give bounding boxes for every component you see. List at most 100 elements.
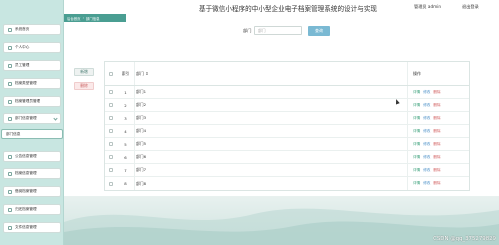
- search-button[interactable]: 查询: [308, 26, 330, 36]
- edit-button[interactable]: 修改: [423, 155, 430, 160]
- delete-button[interactable]: 删除: [74, 82, 94, 90]
- sidebar-item-label: 借阅档案管理: [15, 189, 37, 193]
- file-icon: [8, 225, 12, 230]
- row-index: 2: [124, 102, 127, 108]
- sort-icon[interactable]: ⇕: [145, 71, 148, 76]
- row-index: 7: [124, 167, 127, 173]
- detail-button[interactable]: 详情: [413, 155, 420, 160]
- sidebar-item-borrow[interactable]: 借阅档案管理: [3, 186, 61, 197]
- select-all-checkbox[interactable]: [109, 71, 113, 76]
- row-ops: 详情 修改 删除: [407, 164, 469, 176]
- table-row: 1 部门1 详情 修改 删除: [105, 86, 469, 99]
- row-delete-button[interactable]: 删除: [433, 142, 440, 147]
- row-delete-button[interactable]: 删除: [433, 168, 440, 173]
- breadcrumb-current: 部门信息: [85, 16, 100, 21]
- watermark: CSDN @qq_375279829: [433, 236, 496, 242]
- column-header-ops: 操作: [407, 62, 469, 85]
- sidebar: 系统首页 个人中心 员工管理 档案类型管理 档案管理员管理 部门信息管理 部门信…: [0, 0, 64, 245]
- sidebar-item-employees[interactable]: 员工管理: [3, 60, 61, 71]
- row-delete-button[interactable]: 删除: [433, 90, 440, 95]
- sidebar-item-label: 部门信息: [6, 131, 21, 136]
- detail-button[interactable]: 详情: [413, 103, 420, 108]
- row-ops: 详情 修改 删除: [407, 151, 469, 163]
- notice-icon: [8, 154, 12, 159]
- column-header-index: 索引: [121, 71, 130, 76]
- row-checkbox[interactable]: [109, 90, 113, 94]
- detail-button[interactable]: 详情: [413, 90, 420, 95]
- row-index: 6: [124, 154, 127, 160]
- detail-button[interactable]: 详情: [413, 168, 420, 173]
- row-dept: 部门4: [134, 125, 407, 137]
- sidebar-item-label: 部门信息管理: [15, 116, 37, 120]
- search-input[interactable]: [254, 26, 302, 35]
- column-header-dept[interactable]: 部门: [136, 71, 144, 77]
- row-checkbox[interactable]: [109, 155, 113, 159]
- edit-button[interactable]: 修改: [423, 116, 430, 121]
- edit-button[interactable]: 修改: [423, 129, 430, 134]
- row-dept: 部门7: [134, 164, 407, 176]
- row-checkbox[interactable]: [109, 142, 113, 146]
- page-title: 基于微信小程序的中小型企业电子档案管理系统的设计与实现: [198, 5, 378, 13]
- edit-button[interactable]: 修改: [423, 90, 430, 95]
- row-ops: 详情 修改 删除: [407, 177, 469, 190]
- row-dept: 部门8: [134, 177, 407, 190]
- sidebar-item-label: 系统首页: [15, 27, 30, 31]
- table-body: 1 部门1 详情 修改 删除 2 部门2 详情 修改 删除 3 部门3 详情 修改 删除 4 部门4 详情 修改 删除…: [105, 86, 469, 190]
- department-icon: [8, 116, 12, 121]
- edit-button[interactable]: 修改: [423, 168, 430, 173]
- sidebar-item-files[interactable]: 文件信息管理: [3, 222, 61, 233]
- table-row: 2 部门2 详情 修改 删除: [105, 99, 469, 112]
- user-name: 管理员 admin: [414, 4, 442, 9]
- row-index: 5: [124, 141, 127, 147]
- edit-button[interactable]: 修改: [423, 181, 430, 186]
- sidebar-item-label: 个人中心: [15, 45, 30, 49]
- admin-icon: [8, 99, 12, 104]
- row-delete-button[interactable]: 删除: [433, 116, 440, 121]
- edit-button[interactable]: 修改: [423, 103, 430, 108]
- sidebar-item-return[interactable]: 归还档案管理: [3, 204, 61, 215]
- row-dept: 部门3: [134, 112, 407, 124]
- people-icon: [8, 63, 12, 68]
- sidebar-item-archive-types[interactable]: 档案类型管理: [3, 78, 61, 89]
- table-row: 8 部门8 详情 修改 删除: [105, 177, 469, 190]
- row-checkbox[interactable]: [109, 168, 113, 172]
- edit-button[interactable]: 修改: [423, 142, 430, 147]
- detail-button[interactable]: 详情: [413, 116, 420, 121]
- row-delete-button[interactable]: 删除: [433, 155, 440, 160]
- sidebar-item-label: 归还档案管理: [15, 207, 37, 211]
- detail-button[interactable]: 详情: [413, 142, 420, 147]
- row-ops: 详情 修改 删除: [407, 86, 469, 98]
- row-index: 1: [124, 89, 127, 95]
- breadcrumb-separator: ›: [82, 16, 84, 20]
- add-button[interactable]: 新增: [74, 68, 94, 76]
- row-checkbox[interactable]: [109, 129, 113, 133]
- row-checkbox[interactable]: [109, 103, 113, 107]
- sidebar-item-archive-admins[interactable]: 档案管理员管理: [3, 96, 61, 107]
- sidebar-item-label: 档案信息管理: [15, 171, 37, 175]
- row-dept: 部门1: [134, 86, 407, 98]
- sidebar-item-home[interactable]: 系统首页: [3, 24, 61, 35]
- row-checkbox[interactable]: [109, 116, 113, 120]
- row-delete-button[interactable]: 删除: [433, 103, 440, 108]
- sidebar-subitem-department-info[interactable]: 部门信息: [1, 129, 63, 139]
- search-label: 部门: [243, 28, 252, 33]
- detail-button[interactable]: 详情: [413, 181, 420, 186]
- logout-link[interactable]: 退出登录: [462, 4, 479, 10]
- row-delete-button[interactable]: 删除: [433, 181, 440, 186]
- table-header: 索引 部门 ⇕ 操作: [105, 62, 469, 86]
- breadcrumb-home[interactable]: 后台首页: [67, 16, 81, 21]
- sidebar-item-label: 档案类型管理: [15, 81, 37, 85]
- sidebar-item-profile[interactable]: 个人中心: [3, 42, 61, 53]
- chevron-down-icon: [53, 116, 58, 121]
- sidebar-item-archives[interactable]: 档案信息管理: [3, 168, 61, 179]
- table-row: 4 部门4 详情 修改 删除: [105, 125, 469, 138]
- sidebar-item-notices[interactable]: 公告信息管理: [3, 151, 61, 162]
- table-row: 7 部门7 详情 修改 删除: [105, 164, 469, 177]
- detail-button[interactable]: 详情: [413, 129, 420, 134]
- row-index: 8: [124, 181, 127, 186]
- row-delete-button[interactable]: 删除: [433, 129, 440, 134]
- row-checkbox[interactable]: [109, 181, 113, 186]
- sidebar-item-departments[interactable]: 部门信息管理: [3, 113, 61, 124]
- archive-icon: [8, 171, 12, 176]
- borrow-icon: [8, 189, 12, 194]
